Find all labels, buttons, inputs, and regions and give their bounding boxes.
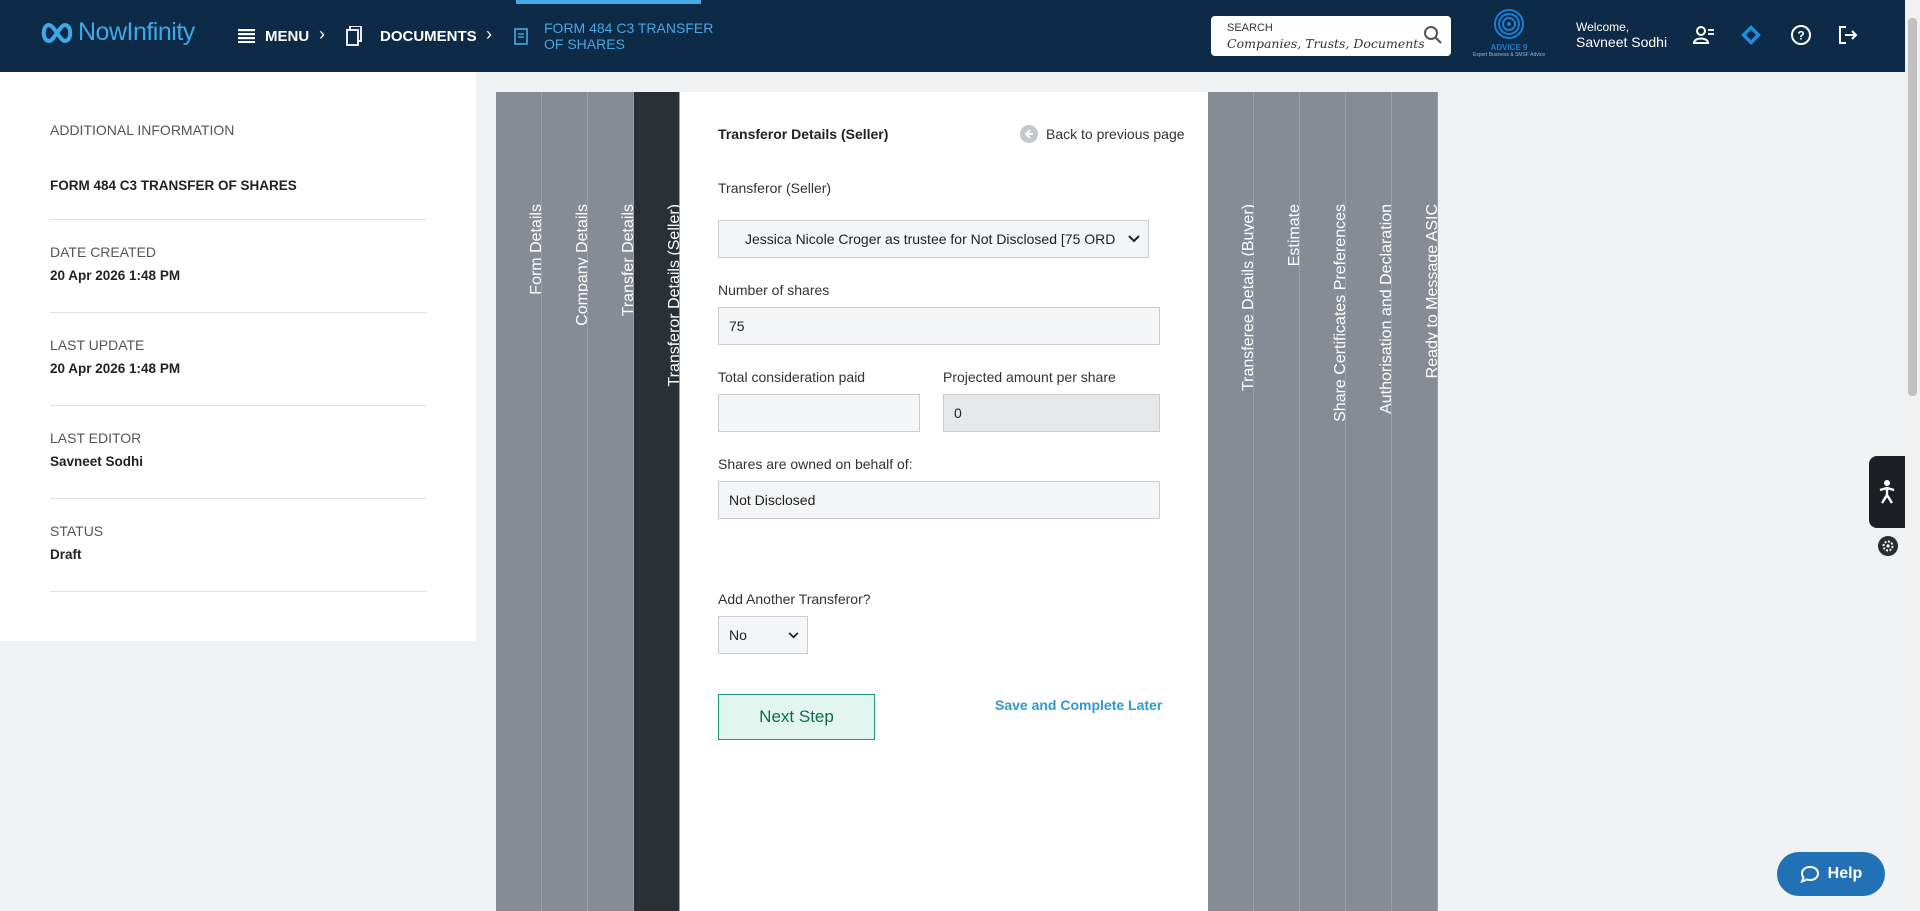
logout-icon[interactable] [1837,24,1859,46]
current-doc-line1: FORM 484 C3 TRANSFER [544,20,714,36]
search-placeholder[interactable]: Companies, Trusts, Documents [1227,36,1425,51]
section-title: Transferor Details (Seller) [718,126,889,142]
info-heading: ADDITIONAL INFORMATION [50,122,235,138]
divider [50,591,426,592]
behalf-label: Shares are owned on behalf of: [718,456,913,472]
consideration-label: Total consideration paid [718,369,866,385]
user-card-icon[interactable] [1693,24,1715,46]
date-created-value: 20 Apr 2026 1:48 PM [50,268,181,283]
last-update-block: LAST UPDATE 20 Apr 2026 1:48 PM [50,337,425,376]
fingerprint-logo-icon [1494,9,1524,39]
form-wizard: Form Details Company Details Transfer De… [496,92,1441,911]
accessibility-person-icon [1879,480,1895,504]
menu-label: MENU [265,27,310,45]
documents-label: DOCUMENTS [380,27,477,45]
last-editor-value: Savneet Sodhi [50,454,144,469]
next-step-button[interactable]: Next Step [718,694,875,740]
document-icon [514,27,528,45]
tab-estimate[interactable]: Estimate [1254,92,1303,911]
form-content: Transferor Details (Seller) Back to prev… [680,92,1208,911]
last-editor-block: LAST EDITOR Savneet Sodhi [50,430,425,469]
breadcrumb-chevron-icon: › [319,24,325,44]
search-label: SEARCH [1227,22,1273,34]
help-button[interactable]: Help [1777,852,1885,896]
current-doc-line2: OF SHARES [544,36,625,52]
breadcrumb-current-document[interactable]: FORM 484 C3 TRANSFER OF SHARES [514,0,713,72]
tab-transferee-details[interactable]: Transferee Details (Buyer) [1208,92,1257,911]
tab-share-certificates-preferences[interactable]: Share Certificates Preferences [1300,92,1349,911]
last-editor-label: LAST EDITOR [50,430,142,446]
divider [50,312,426,313]
scrollbar-thumb[interactable] [1908,18,1917,396]
back-label: Back to previous page [1046,126,1185,142]
global-search[interactable]: SEARCH Companies, Trusts, Documents [1211,16,1451,56]
tab-form-details[interactable]: Form Details [496,92,545,911]
transferor-label: Transferor (Seller) [718,180,832,196]
page-scrollbar[interactable] [1905,0,1920,911]
add-another-selected-value: No [729,627,747,643]
date-created-label: DATE CREATED [50,244,157,260]
back-to-previous-page-link[interactable]: Back to previous page [1020,125,1185,143]
back-arrow-icon [1020,125,1038,143]
transferor-selected-value: Jessica Nicole Croger as trustee for Not… [745,231,1116,247]
documents-icon [346,26,362,46]
divider [50,219,426,220]
add-another-transferor-select[interactable]: No [718,616,808,654]
last-update-value: 20 Apr 2026 1:48 PM [50,361,181,376]
status-value: Draft [50,547,82,562]
status-label: STATUS [50,523,104,539]
settings-gear-icon[interactable] [1878,536,1898,556]
hamburger-icon [238,29,255,43]
tab-authorisation-declaration[interactable]: Authorisation and Declaration [1346,92,1395,911]
svg-text:?: ? [1797,29,1804,43]
tab-transferor-details[interactable]: Transferor Details (Seller) [634,92,683,911]
partner-logo: ADVICE 9 Expert Business & SMSF Advice [1468,8,1550,64]
help-label: Help [1827,865,1863,882]
help-circle-icon[interactable]: ? [1790,24,1812,46]
chat-bubble-icon [1800,865,1819,883]
owned-on-behalf-input[interactable] [718,481,1160,519]
number-of-shares-input[interactable] [718,307,1160,345]
shares-label: Number of shares [718,282,830,298]
chevron-down-icon [788,631,799,638]
breadcrumb-chevron-icon: › [486,24,492,44]
additional-information-panel: ADDITIONAL INFORMATION FORM 484 C3 TRANS… [0,72,476,641]
form-title: FORM 484 C3 TRANSFER OF SHARES [50,178,297,193]
diamond-icon[interactable] [1740,24,1762,46]
accessibility-widget[interactable] [1869,456,1905,528]
projected-amount-input [943,394,1160,432]
last-update-label: LAST UPDATE [50,337,145,353]
date-created-block: DATE CREATED 20 Apr 2026 1:48 PM [50,244,425,283]
partner-logo-text: ADVICE 9 [1490,43,1528,52]
tab-label: Ready to Message ASIC [1423,204,1441,379]
infinity-logo-icon [41,22,73,43]
search-icon[interactable] [1423,25,1443,45]
user-name: Savneet Sodhi [1576,34,1668,50]
projected-label: Projected amount per share [943,369,1116,385]
breadcrumb-documents[interactable]: DOCUMENTS [346,0,477,72]
tab-transfer-details[interactable]: Transfer Details [588,92,637,911]
chevron-down-icon [1128,235,1140,243]
add-another-label: Add Another Transferor? [718,591,871,607]
menu-button[interactable]: MENU [238,0,309,72]
tab-company-details[interactable]: Company Details [542,92,591,911]
status-block: STATUS Draft [50,523,425,562]
divider [50,405,426,406]
save-and-complete-later-link[interactable]: Save and Complete Later [995,697,1162,713]
partner-logo-sub: Expert Business & SMSF Advice [1472,52,1546,58]
tab-ready-to-message-asic[interactable]: Ready to Message ASIC [1392,92,1441,911]
total-consideration-input[interactable] [718,394,920,432]
top-navigation-bar: NowInfinity MENU › DOCUMENTS › FORM 484 … [0,0,1905,72]
transferor-select[interactable]: Jessica Nicole Croger as trustee for Not… [718,220,1149,258]
app-name: NowInfinity [78,18,195,46]
welcome-user: Welcome, Savneet Sodhi [1576,20,1667,50]
welcome-label: Welcome, [1576,20,1630,34]
divider [50,498,426,499]
nowinfinity-logo[interactable]: NowInfinity [40,18,195,47]
